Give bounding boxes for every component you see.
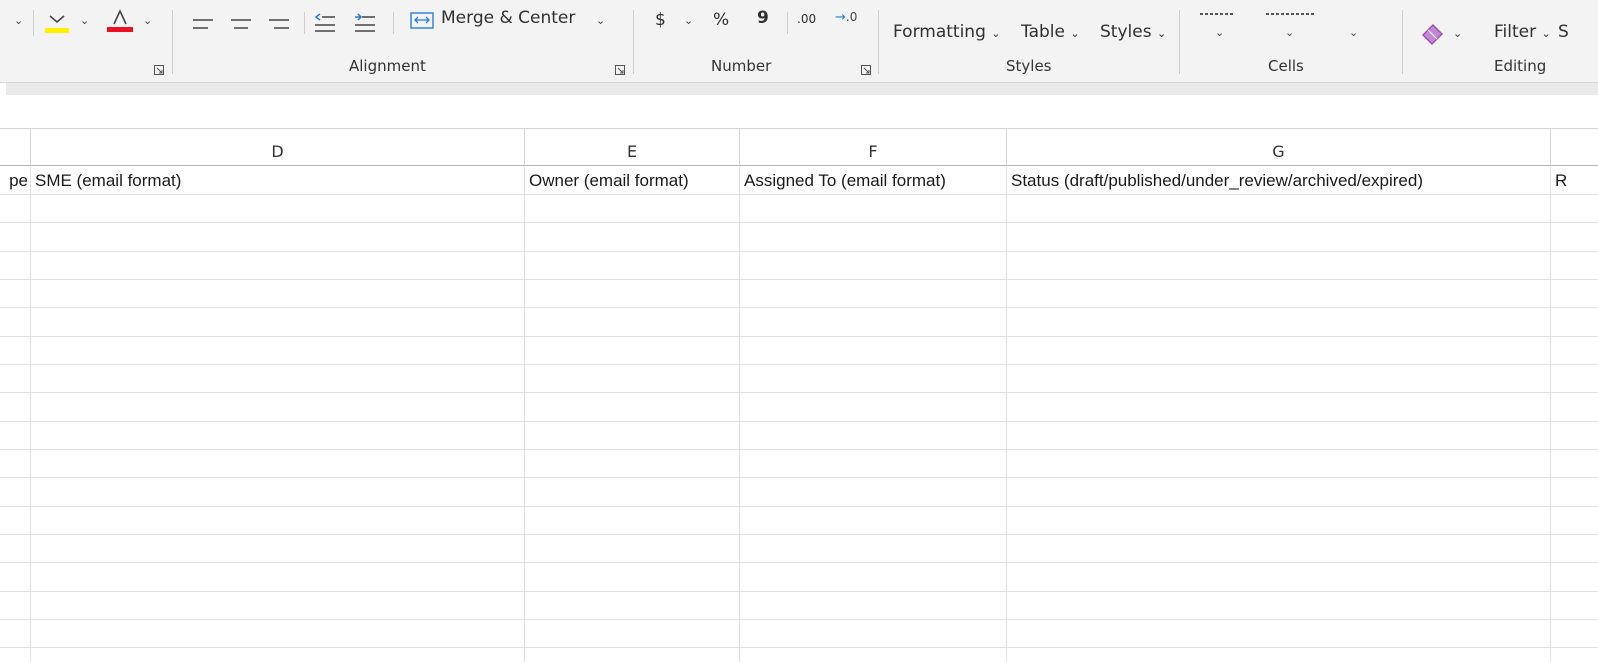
group-separator (1179, 10, 1180, 74)
conditional-formatting-label: Formatting (893, 22, 986, 42)
align-left-icon[interactable] (192, 16, 214, 30)
gridline (0, 421, 1598, 422)
gridline (0, 562, 1598, 563)
align-right-icon[interactable] (268, 16, 290, 30)
dialog-launcher-icon[interactable] (154, 60, 164, 75)
gridline (30, 166, 31, 662)
merge-center-icon[interactable] (410, 10, 434, 30)
find-select-button[interactable]: S (1558, 22, 1569, 42)
gridline (0, 392, 1598, 393)
font-color-icon[interactable] (106, 8, 134, 34)
cell-h1[interactable]: R (1551, 166, 1598, 194)
chevron-down-icon: ⌄ (1070, 27, 1080, 40)
group-separator (172, 10, 173, 74)
percent-icon[interactable]: % (713, 10, 729, 30)
separator (33, 10, 34, 36)
gridline (0, 647, 1598, 648)
group-label-number: Number (711, 57, 772, 75)
gridline (0, 336, 1598, 337)
format-as-table-label: Table (1021, 22, 1065, 42)
group-separator (878, 10, 879, 74)
gridline (0, 307, 1598, 308)
decrease-decimal-label: .0 (845, 10, 858, 24)
gridline (1006, 166, 1007, 662)
dialog-launcher-icon[interactable] (615, 60, 625, 75)
chevron-down-icon: ⌄ (1156, 27, 1167, 40)
chevron-down-icon: ⌄ (1541, 27, 1551, 40)
column-header-c[interactable] (0, 129, 31, 166)
gridline (0, 364, 1598, 365)
column-header-row: D E F G (0, 129, 1598, 166)
increase-decimal-icon[interactable]: .00 (797, 12, 816, 26)
column-header-g[interactable]: G (1007, 129, 1551, 166)
separator (304, 12, 305, 34)
chevron-down-icon: ⌄ (991, 27, 1001, 40)
sort-filter-label: Filter (1494, 22, 1537, 42)
gridline (0, 591, 1598, 592)
group-label-cells: Cells (1268, 57, 1304, 75)
worksheet-grid[interactable]: pe SME (email format) Owner (email forma… (0, 166, 1598, 662)
delete-icon[interactable] (1266, 2, 1314, 15)
decrease-indent-icon[interactable] (314, 12, 336, 32)
gridline (0, 222, 1598, 223)
separator (787, 12, 788, 34)
sort-filter-button[interactable]: Filter ⌄ (1494, 22, 1551, 42)
separator (393, 12, 394, 34)
formula-bar-area (0, 83, 1598, 129)
chevron-down-icon[interactable]: ⌄ (596, 14, 605, 27)
merge-center-label[interactable]: Merge & Center (441, 8, 575, 28)
cell-c1[interactable]: pe (0, 166, 30, 194)
chevron-down-icon[interactable]: ⌄ (1215, 26, 1224, 39)
gridline (0, 279, 1598, 280)
group-label-alignment: Alignment (349, 57, 426, 75)
chevron-down-icon[interactable]: ⌄ (684, 14, 693, 27)
chevron-down-icon[interactable]: ⌄ (143, 14, 152, 27)
decrease-decimal-icon[interactable]: →.0 (835, 10, 857, 25)
comma-style-icon[interactable]: 9 (757, 8, 769, 28)
group-label-styles: Styles (1006, 57, 1052, 75)
gridline (524, 166, 525, 662)
gridline (0, 534, 1598, 535)
group-separator (1402, 10, 1403, 74)
fill-color-icon[interactable] (44, 10, 70, 34)
cell-g1[interactable]: Status (draft/published/under_review/arc… (1007, 166, 1550, 194)
align-center-icon[interactable] (230, 16, 252, 30)
column-header-h[interactable] (1551, 129, 1598, 166)
clear-eraser-icon[interactable] (1420, 22, 1446, 46)
gridline (0, 477, 1598, 478)
column-header-d[interactable]: D (31, 129, 525, 166)
gridline (0, 449, 1598, 450)
group-separator (633, 10, 634, 74)
gridline (0, 506, 1598, 507)
format-icon[interactable]: ⌄ (1349, 26, 1358, 39)
ribbon: ⌄ ⌄ ⌄ Merge & Center ⌄ Alignment $ ⌄ % 9… (0, 0, 1598, 83)
insert-icon[interactable] (1200, 2, 1234, 15)
cell-styles-label: Styles (1100, 22, 1152, 42)
chevron-down-icon[interactable]: ⌄ (1453, 27, 1462, 40)
gridline (739, 166, 740, 662)
column-header-e[interactable]: E (525, 129, 740, 166)
cell-d1[interactable]: SME (email format) (31, 166, 524, 194)
dialog-launcher-icon[interactable] (861, 60, 871, 75)
gridline (0, 619, 1598, 620)
gridline (1550, 166, 1551, 662)
cell-e1[interactable]: Owner (email format) (525, 166, 739, 194)
gridline (0, 194, 1598, 195)
ribbon-shadow (6, 83, 1598, 95)
dollar-icon[interactable]: $ (655, 10, 666, 30)
cell-f1[interactable]: Assigned To (email format) (740, 166, 1006, 194)
column-header-f[interactable]: F (740, 129, 1007, 166)
group-label-editing: Editing (1494, 57, 1547, 75)
increase-indent-icon[interactable] (354, 12, 376, 32)
conditional-formatting-button[interactable]: Formatting ⌄ (893, 22, 1001, 42)
cell-styles-button[interactable]: Styles ⌄ (1100, 22, 1166, 42)
format-as-table-button[interactable]: Table ⌄ (1021, 22, 1080, 42)
chevron-down-icon[interactable]: ⌄ (80, 14, 89, 27)
chevron-down-icon[interactable]: ⌄ (14, 14, 23, 27)
gridline (0, 251, 1598, 252)
chevron-down-icon[interactable]: ⌄ (1285, 26, 1294, 39)
